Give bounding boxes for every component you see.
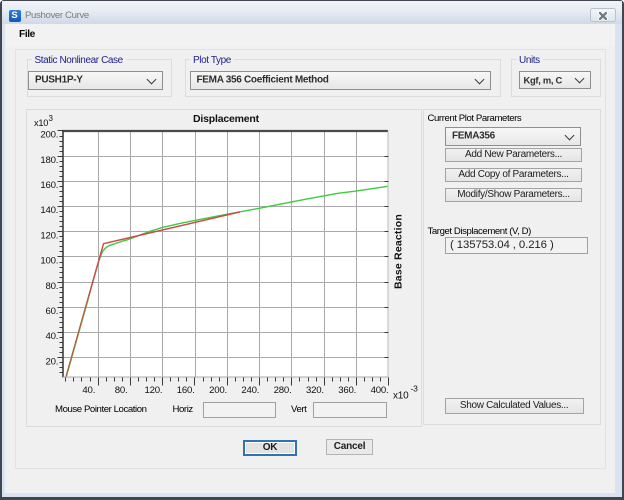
svg-text:120.: 120. bbox=[40, 230, 58, 241]
svg-text:60.: 60. bbox=[45, 306, 58, 317]
svg-text:40.: 40. bbox=[45, 331, 58, 342]
svg-text:80.: 80. bbox=[45, 281, 58, 292]
svg-text:x10: x10 bbox=[393, 391, 409, 402]
svg-text:400.: 400. bbox=[371, 385, 389, 396]
svg-text:140.: 140. bbox=[40, 205, 58, 216]
svg-text:100.: 100. bbox=[40, 256, 58, 267]
svg-text:360.: 360. bbox=[338, 385, 356, 396]
svg-text:20.: 20. bbox=[45, 356, 58, 367]
svg-text:3: 3 bbox=[49, 114, 54, 123]
svg-text:160.: 160. bbox=[177, 385, 195, 396]
svg-text:200.: 200. bbox=[40, 130, 58, 141]
svg-text:240.: 240. bbox=[241, 385, 259, 396]
svg-text:280.: 280. bbox=[274, 385, 292, 396]
svg-text:180.: 180. bbox=[40, 155, 58, 166]
svg-text:Base Reaction: Base Reaction bbox=[393, 214, 405, 289]
svg-text:120.: 120. bbox=[144, 385, 162, 396]
svg-text:Displacement: Displacement bbox=[193, 113, 260, 125]
svg-text:200.: 200. bbox=[209, 385, 227, 396]
svg-text:-3: -3 bbox=[411, 384, 419, 394]
svg-text:x10: x10 bbox=[34, 118, 48, 128]
svg-text:40.: 40. bbox=[82, 385, 95, 396]
svg-text:160.: 160. bbox=[40, 180, 58, 191]
svg-text:80.: 80. bbox=[115, 385, 128, 396]
svg-text:320.: 320. bbox=[306, 385, 324, 396]
